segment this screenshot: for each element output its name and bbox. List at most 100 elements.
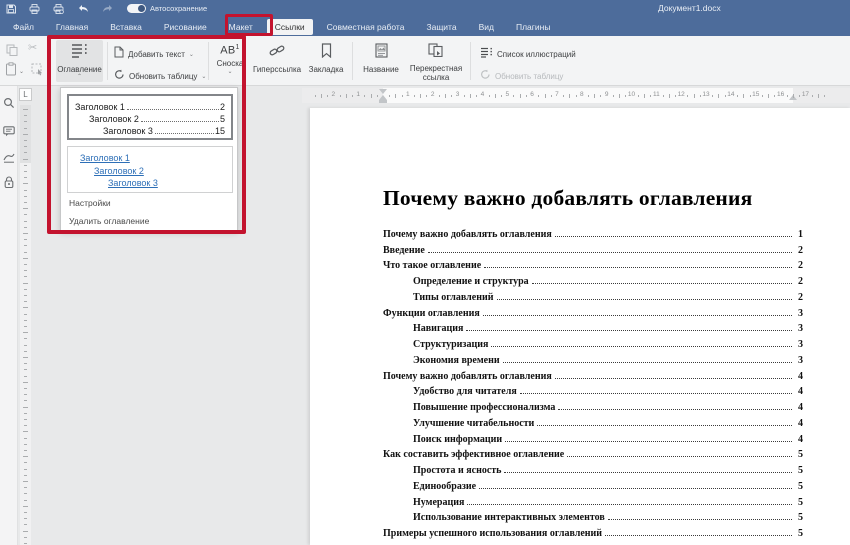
left-indent-marker[interactable] — [379, 100, 387, 103]
ruler-number: 8 — [580, 91, 584, 98]
toc-entry[interactable]: Типы оглавлений 2 — [383, 287, 803, 303]
toc-entry[interactable]: Экономия времени 3 — [383, 350, 803, 366]
toc-remove-item[interactable]: Удалить оглавление — [69, 216, 149, 226]
search-icon[interactable] — [3, 96, 15, 114]
left-sidebar — [0, 86, 18, 545]
cut-icon[interactable]: ✂ — [28, 41, 37, 54]
ruler-number: 1 — [406, 91, 410, 98]
toc-preview-row: Заголовок 3 15 — [75, 124, 225, 136]
toggle-switch-icon[interactable] — [127, 4, 146, 13]
ruler-number: 15 — [752, 91, 759, 98]
copy-icon[interactable] — [6, 43, 18, 61]
menu-tab[interactable]: Рисование — [156, 19, 215, 35]
ruler-number: 2 — [331, 91, 335, 98]
toc-entry[interactable]: Структуризация 3 — [383, 334, 803, 350]
update-table-button[interactable]: Обновить таблицу ⌄ — [114, 67, 206, 85]
toc-style-classic[interactable]: Заголовок 1 2 Заголовок 2 5 Заголовок 3 … — [67, 94, 233, 140]
toc-style-links[interactable]: Заголовок 1 Заголовок 2 Заголовок 3 — [67, 146, 233, 193]
menu-tab[interactable]: Защита — [418, 19, 464, 35]
dot-leader — [537, 425, 792, 426]
protection-lock-icon[interactable] — [3, 176, 15, 194]
toc-entry[interactable]: Простота и ясность 5 — [383, 460, 803, 476]
dot-leader — [141, 121, 219, 122]
dot-leader — [504, 472, 792, 473]
toc-entry[interactable]: Что такое оглавление 2 — [383, 256, 803, 272]
review-icon[interactable] — [3, 150, 15, 168]
ruler-number: 9 — [605, 91, 609, 98]
ruler-number: 7 — [555, 91, 559, 98]
toc-link-row: Заголовок 1 — [80, 153, 232, 166]
autosave-toggle[interactable]: Автосохранение — [127, 4, 207, 13]
refresh-icon — [114, 67, 125, 85]
dot-leader — [555, 236, 792, 237]
refresh-icon — [480, 67, 491, 85]
horizontal-ruler[interactable]: 211234567891011121314151617 — [302, 88, 850, 103]
toc-entry[interactable]: Почему важно добавлять оглавления 1 — [383, 224, 803, 240]
menu-tab[interactable]: Файл — [5, 19, 42, 35]
toc-entry[interactable]: Использование интерактивных элементов 5 — [383, 508, 803, 524]
undo-icon[interactable] — [77, 4, 89, 13]
toc-entry[interactable]: Улучшение читабельности 4 — [383, 413, 803, 429]
table-of-contents-icon — [71, 43, 89, 63]
menu-tab[interactable]: Вид — [471, 19, 502, 35]
quick-print-icon[interactable] — [53, 4, 64, 14]
toc-entry[interactable]: Как составить эффективное оглавление 5 — [383, 445, 803, 461]
toc-entry[interactable]: Нумерация 5 — [383, 492, 803, 508]
add-text-button[interactable]: Добавить текст ⌄ — [114, 45, 194, 63]
save-icon[interactable] — [6, 4, 16, 14]
caption-button[interactable]: Название — [358, 40, 404, 75]
toc-entry[interactable]: Введение 2 — [383, 240, 803, 256]
autosave-label: Автосохранение — [150, 4, 207, 13]
toc-entry[interactable]: Удобство для читателя 4 — [383, 382, 803, 398]
toc-entry[interactable]: Функции оглавления 3 — [383, 303, 803, 319]
ruler-number: 5 — [505, 91, 509, 98]
hyperlink-button[interactable]: Гиперссылка — [250, 40, 304, 75]
dot-leader — [466, 330, 792, 331]
toc-entry[interactable]: Примеры успешного использования оглавлен… — [383, 523, 803, 539]
bookmark-icon — [321, 43, 332, 63]
paste-icon[interactable] — [5, 62, 18, 81]
table-of-contents-button[interactable]: Оглавление ⌃ — [56, 40, 103, 82]
toc-entry[interactable]: Почему важно добавлять оглавления 4 — [383, 366, 803, 382]
toc-entry[interactable]: Единообразие 5 — [383, 476, 803, 492]
dot-leader — [428, 252, 792, 253]
cross-reference-button[interactable]: Перекрестная ссылка — [408, 40, 464, 82]
toc-list: Почему важно добавлять оглавления 1 Введ… — [383, 224, 803, 539]
menu-tab[interactable]: Ссылки — [267, 19, 313, 35]
update-figures-table-button[interactable]: Обновить таблицу — [480, 67, 563, 85]
dot-leader — [491, 346, 792, 347]
menu-tab[interactable]: Макет — [221, 19, 261, 35]
menu-tab-bar: Файл Главная Вставка Рисование Макет Ссы… — [0, 17, 850, 36]
bookmark-button[interactable]: Закладка — [306, 40, 346, 75]
ruler-number: 10 — [628, 91, 635, 98]
menu-tab[interactable]: Вставка — [102, 19, 150, 35]
dot-leader — [608, 519, 792, 520]
ruler-number: 12 — [678, 91, 685, 98]
figures-list-button[interactable]: Список иллюстраций — [480, 45, 576, 63]
toc-entry[interactable]: Поиск информации 4 — [383, 429, 803, 445]
toc-settings-item[interactable]: Настройки — [69, 198, 111, 208]
menu-tab[interactable]: Плагины — [508, 19, 558, 35]
figures-list-icon — [480, 45, 493, 63]
select-icon[interactable] — [31, 63, 44, 81]
toc-entry[interactable]: Навигация 3 — [383, 319, 803, 335]
toc-entry[interactable]: Определение и структура 2 — [383, 271, 803, 287]
dot-leader — [520, 393, 792, 394]
footnote-icon: AB1 — [220, 44, 239, 57]
footnote-button[interactable]: AB1 Сноска ⌄ — [213, 40, 247, 75]
toc-preview-row: Заголовок 1 2 — [75, 100, 225, 112]
menu-tab[interactable]: Совместная работа — [319, 19, 413, 35]
print-icon[interactable] — [29, 4, 40, 14]
document-page[interactable]: Почему важно добавлять оглавления Почему… — [310, 108, 850, 545]
comments-icon[interactable] — [3, 124, 15, 142]
tab-stop-selector[interactable]: L — [19, 88, 32, 101]
toc-link-row: Заголовок 3 — [80, 178, 232, 191]
menu-tab[interactable]: Главная — [48, 19, 96, 35]
vertical-ruler[interactable] — [20, 105, 31, 545]
paste-dropdown-icon[interactable]: ⌄ — [19, 68, 24, 75]
ruler-number: 6 — [530, 91, 534, 98]
redo-icon[interactable] — [102, 4, 114, 13]
toc-entry[interactable]: Повышение профессионализма 4 — [383, 397, 803, 413]
first-line-indent-marker[interactable] — [379, 89, 387, 94]
ruler-number: 13 — [702, 91, 709, 98]
